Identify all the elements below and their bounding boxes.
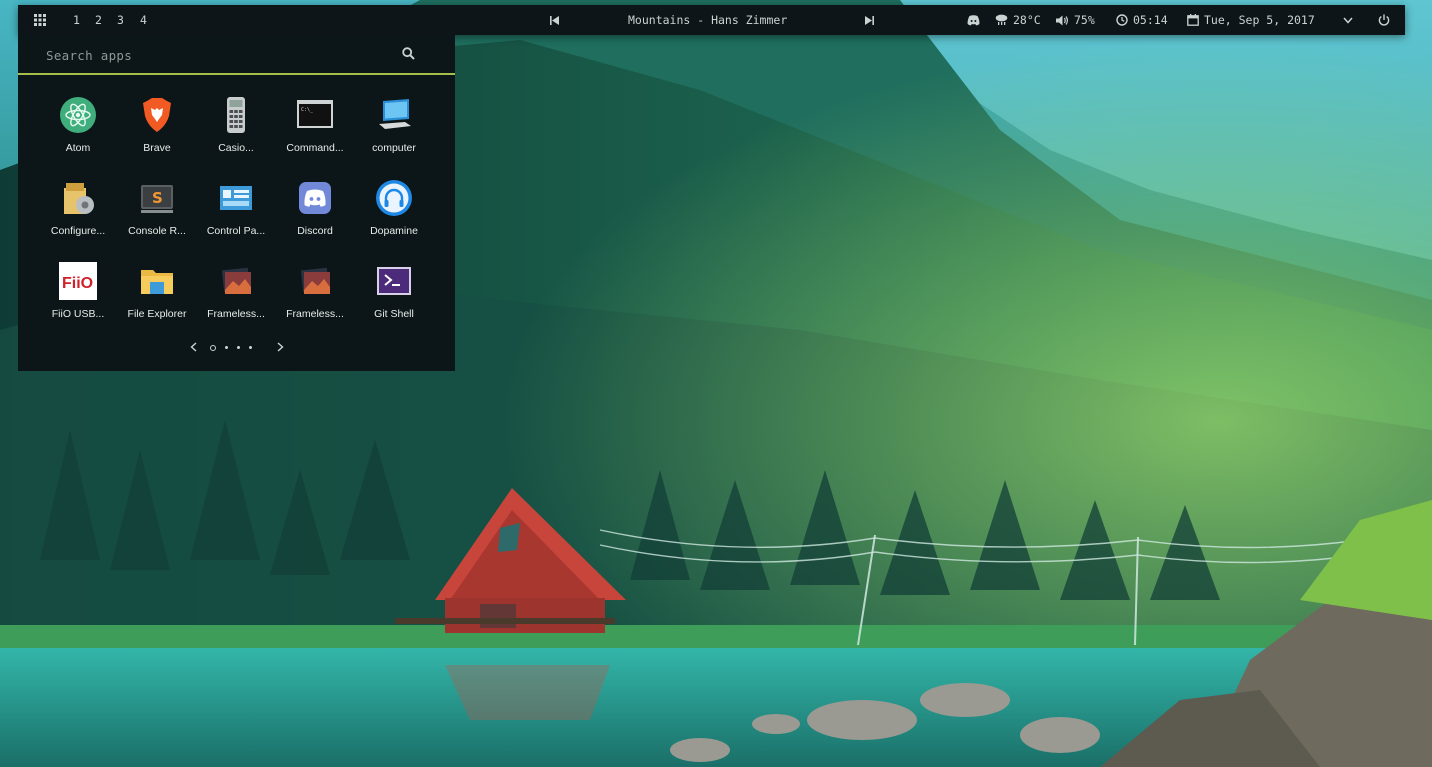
workspace-2[interactable]: 2 <box>95 5 102 35</box>
app-label: Frameless... <box>286 308 344 320</box>
terminal-icon: C:\_ <box>297 100 333 128</box>
app-computer[interactable]: computer <box>355 96 433 170</box>
image-viewer-icon <box>300 267 330 294</box>
skip-next-icon <box>865 15 874 25</box>
app-launcher-button[interactable] <box>34 5 46 35</box>
image-viewer-icon <box>221 267 251 294</box>
app-dopamine[interactable]: Dopamine <box>355 179 433 253</box>
app-search-bar <box>18 35 455 75</box>
discord-icon <box>967 14 980 25</box>
svg-text:FiiO: FiiO <box>62 275 93 292</box>
app-label: computer <box>372 142 416 154</box>
app-label: Configure... <box>50 225 106 237</box>
search-input[interactable] <box>44 43 378 67</box>
app-frameless-2[interactable]: Frameless... <box>276 262 354 336</box>
app-console-r[interactable]: S Console R... <box>118 179 196 253</box>
app-discord[interactable]: Discord <box>276 179 354 253</box>
app-frameless-1[interactable]: Frameless... <box>197 262 275 336</box>
app-label: Control Pa... <box>206 225 266 237</box>
volume-icon <box>1056 15 1068 25</box>
page-dot[interactable] <box>249 346 252 349</box>
svg-text:C:\_: C:\_ <box>301 107 314 113</box>
cloud-rain-icon <box>995 14 1008 25</box>
app-file-explorer[interactable]: File Explorer <box>118 262 196 336</box>
app-label: File Explorer <box>127 308 187 320</box>
app-atom[interactable]: Atom <box>39 96 117 170</box>
app-configure[interactable]: Configure... <box>39 179 117 253</box>
calendar-icon <box>1187 14 1199 26</box>
menu-dropdown-button[interactable] <box>1343 5 1353 35</box>
volume-widget[interactable]: 75% <box>1056 5 1095 35</box>
next-track-button[interactable] <box>865 5 874 35</box>
sublime-icon: S <box>141 185 173 213</box>
app-git-shell[interactable]: Git Shell <box>355 262 433 336</box>
app-label: Git Shell <box>374 308 414 320</box>
skip-previous-icon <box>550 15 559 25</box>
clock-time: 05:14 <box>1133 13 1168 27</box>
page-indicator-dots <box>210 344 252 351</box>
app-label: Console R... <box>128 225 186 237</box>
app-label: Casio... <box>218 142 254 154</box>
page-dot-active[interactable] <box>210 344 216 351</box>
chevron-right-icon[interactable] <box>277 342 284 352</box>
search-icon[interactable] <box>402 47 415 60</box>
control-panel-icon <box>220 186 252 210</box>
discord-tray-button[interactable] <box>967 5 980 35</box>
app-label: Command... <box>286 142 344 154</box>
app-label: Dopamine <box>370 225 418 237</box>
app-label: Brave <box>143 142 171 154</box>
launcher-pagination <box>18 338 455 356</box>
app-fiio-usb[interactable]: FiiO FiiO USB... <box>39 262 117 336</box>
app-launcher-panel: Atom Brave Casio... C:\_ Command... <box>18 35 455 371</box>
now-playing-title[interactable]: Mountains - Hans Zimmer <box>628 5 787 35</box>
atom-icon <box>60 97 96 133</box>
app-label: Frameless... <box>207 308 265 320</box>
page-dot[interactable] <box>225 346 228 349</box>
chevron-down-icon <box>1343 17 1353 24</box>
folder-icon <box>141 270 173 294</box>
svg-text:S: S <box>152 189 163 207</box>
date-widget[interactable]: Tue, Sep 5, 2017 <box>1187 5 1315 35</box>
top-bar: 1 2 3 4 Mountains - Hans Zimmer 28°C 75% <box>18 5 1405 35</box>
power-button[interactable] <box>1378 5 1390 35</box>
weather-widget[interactable]: 28°C <box>995 5 1041 35</box>
headphones-icon <box>376 180 412 216</box>
clock-widget[interactable]: 05:14 <box>1116 5 1168 35</box>
computer-icon <box>379 99 411 129</box>
app-casio[interactable]: Casio... <box>197 96 275 170</box>
workspace-4[interactable]: 4 <box>140 5 147 35</box>
grid-icon <box>34 14 46 26</box>
brave-icon <box>143 98 171 132</box>
weather-temperature: 28°C <box>1013 13 1041 27</box>
app-command-prompt[interactable]: C:\_ Command... <box>276 96 354 170</box>
app-label: Discord <box>297 225 333 237</box>
page-dot[interactable] <box>237 346 240 349</box>
app-brave[interactable]: Brave <box>118 96 196 170</box>
volume-level: 75% <box>1074 13 1095 27</box>
date-text: Tue, Sep 5, 2017 <box>1204 13 1315 27</box>
app-label: FiiO USB... <box>51 308 105 320</box>
configure-icon <box>64 183 94 214</box>
workspace-1[interactable]: 1 <box>73 5 80 35</box>
fiio-icon: FiiO <box>59 262 97 300</box>
app-control-panel[interactable]: Control Pa... <box>197 179 275 253</box>
power-icon <box>1378 14 1390 26</box>
workspace-3[interactable]: 3 <box>117 5 124 35</box>
discord-icon <box>299 182 331 214</box>
previous-track-button[interactable] <box>550 5 559 35</box>
powershell-icon <box>377 267 411 295</box>
clock-icon <box>1116 14 1128 26</box>
calculator-icon <box>227 97 245 133</box>
app-label: Atom <box>65 142 91 154</box>
chevron-left-icon[interactable] <box>190 342 197 352</box>
